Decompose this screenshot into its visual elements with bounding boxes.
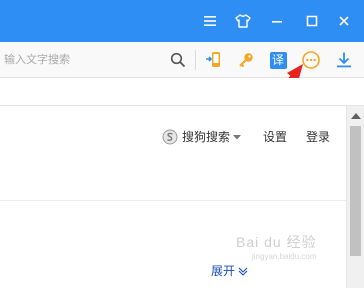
maximize-icon[interactable] (301, 10, 323, 32)
title-bar (0, 0, 364, 42)
chevron-down-icon (238, 267, 248, 276)
expand-link[interactable]: 展开 (211, 262, 248, 279)
content-divider (0, 200, 346, 201)
settings-link[interactable]: 设置 (263, 128, 287, 145)
skin-icon[interactable] (232, 10, 254, 32)
search-icon[interactable] (168, 50, 188, 70)
expand-label: 展开 (211, 264, 236, 278)
menu-icon[interactable] (199, 10, 221, 32)
dropdown-caret-icon (233, 134, 242, 139)
phone-transfer-icon[interactable] (204, 50, 224, 70)
address-bar[interactable] (0, 78, 364, 106)
scrollbar-thumb[interactable] (350, 126, 361, 256)
close-icon[interactable] (333, 10, 355, 32)
key-icon[interactable] (236, 50, 256, 70)
sogou-logo-icon (162, 129, 178, 144)
search-engine-selector[interactable]: 搜狗搜索 (162, 128, 242, 145)
toolbar-separator (195, 50, 196, 70)
minimize-icon[interactable] (266, 10, 288, 32)
toolbar: 译 (0, 42, 364, 78)
search-input[interactable] (0, 46, 195, 74)
vertical-scrollbar[interactable] (346, 106, 364, 288)
scroll-up-arrow-icon[interactable] (351, 113, 361, 119)
watermark-url: jingyan.baidu.com (252, 252, 317, 261)
watermark-text: Bai du 经验 (236, 234, 317, 250)
login-link[interactable]: 登录 (306, 128, 330, 145)
baidu-watermark: Bai du 经验 jingyan.baidu.com (236, 232, 317, 261)
search-engine-label: 搜狗搜索 (182, 130, 231, 144)
download-icon[interactable] (334, 50, 354, 70)
